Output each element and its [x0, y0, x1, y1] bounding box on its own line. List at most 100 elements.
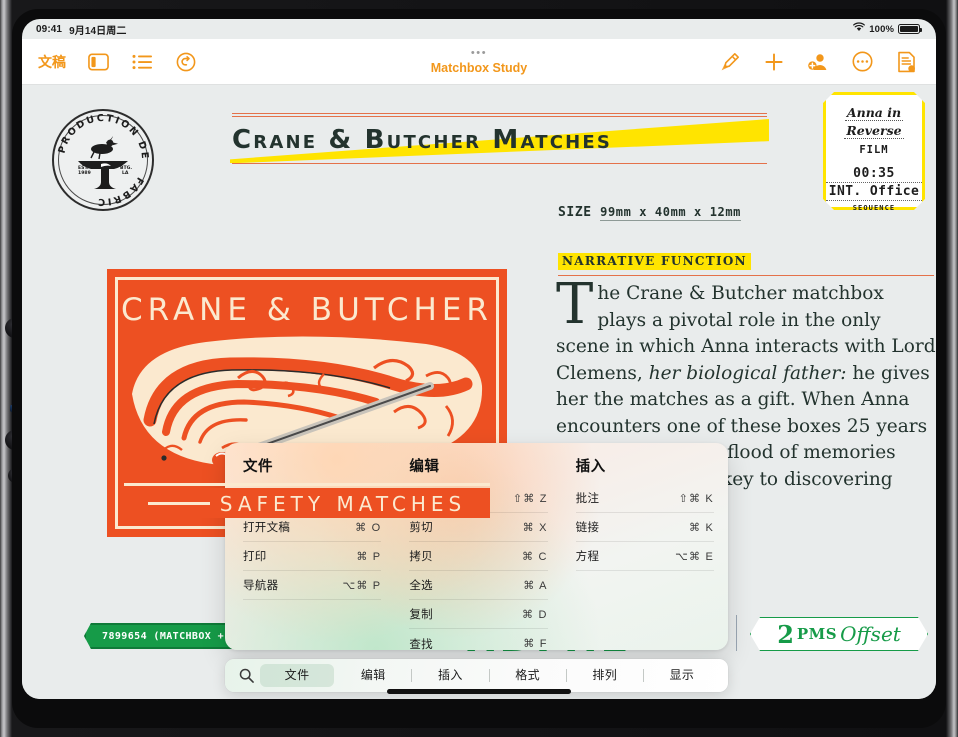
drop-cap: T — [556, 272, 594, 337]
menu-item-shortcut: ⌘ C — [522, 550, 548, 563]
matchbox-footer-text: SAFETY MATCHES — [219, 491, 467, 516]
menu-column-title: 插入 — [575, 459, 606, 475]
window-handle-dots[interactable]: ••• — [471, 48, 487, 59]
pms-label: PMS — [796, 625, 838, 643]
film-slate-card: Anna in Reverse FILM 00:35 INT. Office S… — [823, 92, 925, 210]
menu-item-label: 链接 — [575, 522, 600, 534]
battery-percent: 100% — [869, 23, 894, 35]
toolbar-left-group: 文稿 — [22, 50, 198, 74]
tab-arrange[interactable]: 排列 — [568, 664, 642, 687]
ellipsis-circle-icon[interactable] — [850, 50, 874, 74]
list-icon[interactable] — [130, 50, 154, 74]
undo-icon[interactable] — [174, 50, 198, 74]
plus-icon[interactable] — [762, 50, 786, 74]
menu-item-label: 打开文稿 — [243, 522, 291, 534]
pms-process: Offset — [840, 622, 901, 646]
production-design-logo: PRODUCTION DESIGN FABRIC EST. 1989 — [52, 109, 154, 211]
menu-item-shortcut: ⌘ D — [522, 608, 548, 621]
ipad-device-frame: 09:41 9月14日周二 100% 文稿 ••• Matchbox Study… — [0, 0, 958, 737]
battery-icon — [898, 24, 922, 34]
matchbox-brand-text: CRANE & BUTCHER — [121, 292, 493, 328]
app-toolbar: 文稿 ••• Matchbox Study — [22, 39, 936, 85]
status-right-group: 100% — [853, 22, 922, 36]
person-add-icon[interactable] — [806, 50, 830, 74]
menu-item-label: 方程 — [575, 551, 600, 563]
menu-item-shortcut: ⌥⌘ E — [675, 550, 714, 563]
menu-item-shortcut: ⌘ O — [355, 521, 382, 534]
menu-item-label: 导航器 — [243, 580, 279, 592]
slate-format: FILM — [859, 144, 889, 156]
document-icon[interactable] — [894, 50, 918, 74]
tab-view[interactable]: 显示 — [645, 664, 719, 687]
slate-sequence: SEQUENCE — [852, 204, 896, 212]
title-block: Crane & Butcher Matches — [230, 113, 769, 164]
command-menu-panel[interactable]: 文件 新建文稿 ⌘ N 打开文稿 ⌘ O 打印 ⌘ P 导航器 — [225, 443, 728, 650]
menu-column-title: 编辑 — [409, 459, 440, 475]
status-time: 09:41 — [36, 23, 63, 35]
menu-item-label: 批注 — [575, 493, 600, 505]
menu-item-link[interactable]: 链接 ⌘ K — [575, 513, 714, 542]
status-bar: 09:41 9月14日周二 100% — [22, 19, 936, 39]
document-canvas[interactable]: PRODUCTION DESIGN FABRIC EST. 1989 — [22, 85, 936, 699]
menu-column-title: 文件 — [243, 459, 273, 475]
tab-edit[interactable]: 编辑 — [336, 664, 410, 687]
menu-item-label: 查找 — [409, 638, 433, 651]
documents-button[interactable]: 文稿 — [38, 52, 66, 72]
sidebar-icon[interactable] — [86, 50, 110, 74]
menu-item-shortcut: ⌘ K — [688, 521, 714, 534]
svg-text:LA: LA — [122, 170, 129, 176]
size-spec: SIZE 99mm x 40mm x 12mm — [558, 205, 741, 221]
pms-strip: 2 PMS Offset — [750, 617, 928, 651]
menu-item-label: 全选 — [409, 580, 433, 592]
menu-item-shortcut: ⇧⌘ K — [678, 492, 714, 505]
pms-number: 2 — [777, 619, 794, 649]
page-title: Crane & Butcher Matches — [232, 125, 613, 155]
menu-item-find[interactable]: 查找 ⌘ F — [409, 629, 547, 650]
tab-separator — [642, 669, 644, 682]
pen-icon[interactable] — [718, 50, 742, 74]
tab-insert[interactable]: 插入 — [413, 664, 487, 687]
size-label: SIZE — [558, 205, 592, 220]
home-indicator[interactable] — [387, 689, 571, 694]
tab-file[interactable]: 文件 — [260, 664, 335, 687]
matchbox-inner-frame: CRANE & BUTCHER SAFETY MATCHES — [115, 277, 499, 529]
menu-item-navigator[interactable]: 导航器 ⌥⌘ P — [243, 571, 382, 600]
wifi-icon — [853, 22, 866, 35]
menu-item-select-all[interactable]: 全选 ⌘ A — [409, 571, 548, 600]
menu-item-label: 剪切 — [409, 522, 433, 534]
menu-item-shortcut: ⌘ X — [522, 521, 548, 534]
title-inner: Crane & Butcher Matches — [230, 117, 769, 164]
tab-separator — [565, 669, 567, 682]
title-rule-bottom — [232, 163, 767, 164]
menu-item-shortcut: ⌘ P — [356, 550, 382, 563]
menu-item-print[interactable]: 打印 ⌘ P — [243, 542, 382, 571]
status-date: 9月14日周二 — [69, 25, 127, 37]
ipad-screen: 09:41 9月14日周二 100% 文稿 ••• Matchbox Study… — [22, 19, 936, 699]
toolbar-right-group — [718, 50, 936, 74]
menu-item-comment[interactable]: 批注 ⇧⌘ K — [575, 484, 714, 513]
matchbox-footer: SAFETY MATCHES — [124, 488, 490, 518]
menu-item-equation[interactable]: 方程 ⌥⌘ E — [575, 542, 714, 571]
menu-item-label: 拷贝 — [409, 551, 433, 563]
menu-item-shortcut: ⌥⌘ P — [342, 579, 382, 592]
menu-item-shortcut: ⇧⌘ Z — [512, 492, 548, 505]
tab-separator — [488, 669, 490, 682]
slate-scene: INT. Office — [826, 182, 922, 201]
search-icon[interactable] — [233, 663, 259, 689]
slate-title-line1: Anna in — [844, 105, 904, 121]
footer-divider — [736, 615, 737, 651]
menu-item-shortcut: ⌘ A — [523, 579, 548, 592]
matchbox-footer-rule — [124, 483, 490, 486]
menu-item-duplicate[interactable]: 复制 ⌘ D — [409, 600, 548, 629]
size-value: 99mm x 40mm x 12mm — [600, 205, 741, 221]
document-title[interactable]: Matchbox Study — [431, 61, 528, 75]
status-left-group: 09:41 9月14日周二 — [36, 22, 126, 37]
matchbox-illustration[interactable]: CRANE & BUTCHER SAFETY MATCHES — [107, 269, 507, 537]
menu-item-copy[interactable]: 拷贝 ⌘ C — [409, 542, 548, 571]
footer-dash — [147, 502, 210, 505]
menu-item-label: 打印 — [243, 551, 267, 563]
menu-item-shortcut: ⌘ F — [523, 638, 548, 650]
menu-item-label: 复制 — [409, 609, 433, 621]
menu-tab-bar[interactable]: 文件 编辑 插入 格式 排列 显示 — [225, 659, 728, 692]
tab-format[interactable]: 格式 — [491, 664, 565, 687]
